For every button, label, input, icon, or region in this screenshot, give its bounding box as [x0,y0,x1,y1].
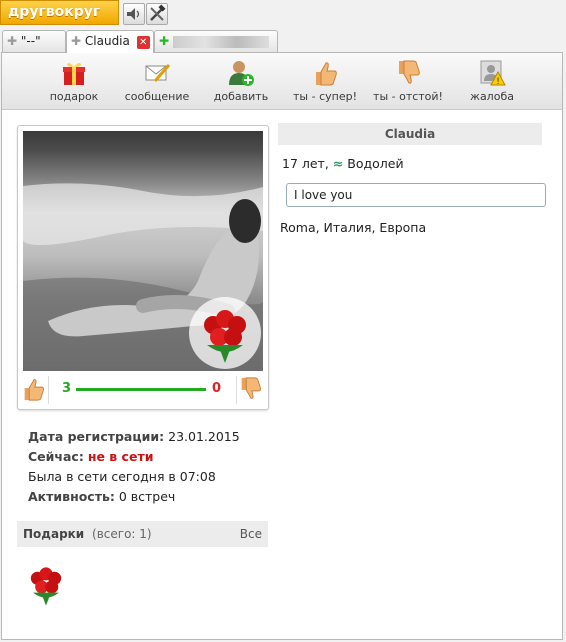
add-user-icon [229,61,254,86]
profile-info: Дата регистрации: 23.01.2015 Сейчас: не … [28,427,240,507]
clover-icon: ✚ [7,34,18,48]
toolbar-label: ты - супер! [293,90,357,103]
thumbs-up-icon [316,62,337,86]
message-button[interactable]: сообщение [124,59,190,103]
toolbar-label: добавить [213,90,269,103]
age-zodiac: 17 лет, ≈ Водолей [282,156,404,171]
clover-icon: ✚ [159,34,170,48]
settings-button[interactable] [146,3,168,25]
profile-name: Claudia [278,123,542,145]
gift-item[interactable] [20,557,72,611]
speaker-icon [127,8,140,20]
super-button[interactable]: ты - супер! [292,59,358,103]
likes-count: 3 [62,381,72,396]
gifts-all-link[interactable]: Все [240,521,262,547]
activity-label: Активность: [28,489,115,504]
tab-contact-3[interactable]: ✚ [154,30,278,52]
tab-label: Claudia [84,34,130,48]
gifts-header: Подарки (всего: 1) Все [17,521,268,547]
blurred-tab-label [172,35,269,48]
toolbar-label: сообщение [124,90,190,103]
dislikes-count: 0 [212,381,222,396]
profile-photo[interactable] [23,131,263,371]
toolbar-label: ты - отстой! [373,90,443,103]
like-button[interactable] [20,376,49,404]
toolbar-label: подарок [49,90,99,103]
rating-progress [76,388,206,391]
rose-gift-badge[interactable] [189,297,261,369]
app-logo[interactable]: другвокруг [0,0,119,25]
rose-bouquet-icon [30,567,62,606]
dislike-button[interactable] [236,376,265,404]
complaint-button[interactable]: ! жалоба [468,59,516,103]
offline-status: не в сети [87,449,154,464]
activity-row: Активность: 0 встреч [28,487,240,507]
registration-row: Дата регистрации: 23.01.2015 [28,427,240,447]
gifts-count: (всего: 1) [92,527,152,541]
thumbs-down-icon [399,60,420,84]
tab-bar: ✚ "--" ✚ Claudia ✕ ✚ [0,30,566,53]
gift-button[interactable]: подарок [48,59,100,103]
thumbs-up-icon [24,379,44,401]
reg-value: 23.01.2015 [168,429,240,444]
tab-label: "--" [20,34,41,48]
svg-text:!: ! [496,77,500,87]
thumbs-down-icon [241,377,261,399]
bad-button[interactable]: ты - отстой! [372,59,444,103]
toolbar-label: жалоба [470,90,514,103]
aquarius-icon: ≈ [332,156,344,171]
age-text: 17 лет, [282,156,329,171]
rating-bar: 3 0 [18,376,268,404]
reg-label: Дата регистрации: [28,429,165,444]
action-toolbar: подарок сообщение добавить ты - супер! т… [2,53,562,110]
online-status-row: Сейчас: не в сети [28,447,240,467]
location: Roma, Италия, Европа [280,220,427,235]
rose-bouquet-icon [204,310,246,363]
clover-icon: ✚ [71,34,82,48]
tools-icon [150,4,166,21]
last-seen: Была в сети сегодня в 07:08 [28,469,216,484]
add-contact-button[interactable]: добавить [212,59,270,103]
gift-icon [63,62,85,85]
activity-value: 0 встреч [118,489,176,504]
close-tab-button[interactable]: ✕ [136,36,150,49]
profile-panel: подарок сообщение добавить ты - супер! т… [1,52,563,640]
photo-card: 3 0 [17,125,269,410]
message-icon [145,64,171,82]
sound-button[interactable] [123,3,145,25]
tab-contact-1[interactable]: ✚ "--" [2,30,66,52]
warning-user-icon: ! [480,60,506,87]
now-label: Сейчас: [28,449,84,464]
status-message: I love you [286,183,546,207]
zodiac-text: Водолей [347,156,404,171]
gifts-title: Подарки [23,527,85,541]
tab-claudia[interactable]: ✚ Claudia ✕ [66,30,154,53]
